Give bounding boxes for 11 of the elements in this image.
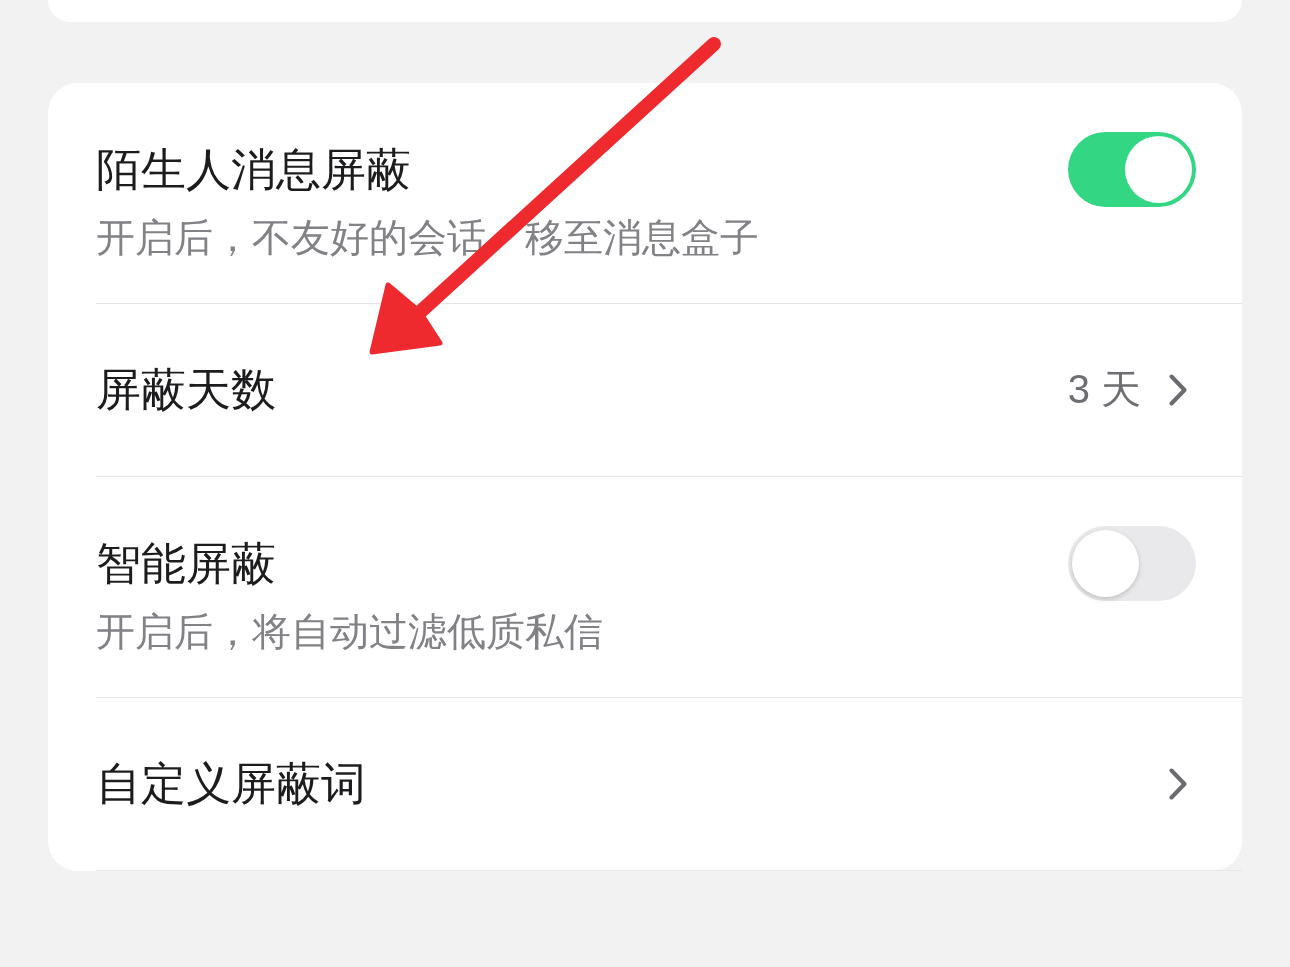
setting-description: 开启后，不友好的会话	[96, 215, 486, 261]
setting-title: 智能屏蔽	[96, 537, 276, 591]
setting-title: 屏蔽天数	[96, 363, 277, 417]
chevron-right-icon	[1169, 767, 1187, 800]
setting-title: 自定义屏蔽词	[96, 757, 367, 811]
setting-value: 3 天	[1067, 366, 1141, 413]
chevron-right-icon	[1169, 373, 1187, 406]
settings-row[interactable]: 自定义屏蔽词	[96, 698, 1242, 871]
setting-description: 移至消息盒子	[525, 215, 759, 261]
setting-title: 陌生人消息屏蔽	[96, 143, 411, 197]
setting-description: 开启后，将自动过滤低质私信	[96, 609, 603, 655]
